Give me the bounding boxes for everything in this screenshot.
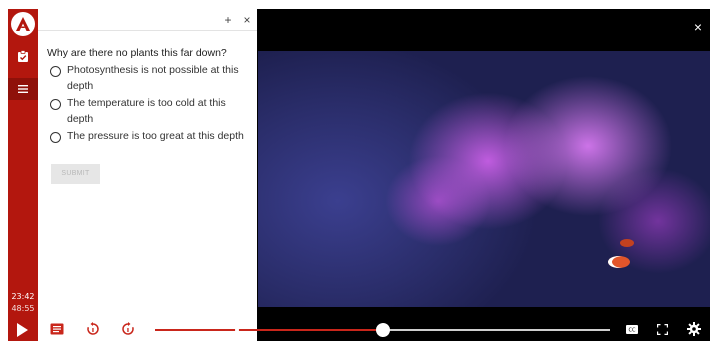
progress-track[interactable] [155,323,610,337]
video-frame[interactable] [258,51,710,307]
answer-option-1[interactable]: Photosynthesis is not possible at this d… [50,64,250,94]
rewind-icon[interactable] [85,321,101,337]
progress-fill [155,329,383,331]
clownfish [608,256,630,268]
menu-list-icon[interactable] [8,78,44,100]
control-bar: CC [8,317,710,341]
chapter-marker [234,328,239,332]
side-rail: 23:42 48:55 [8,9,44,341]
panel-header: + × [38,9,257,31]
svg-text:CC: CC [629,327,636,333]
elapsed-time: 23:42 [11,292,35,301]
submit-button[interactable]: SUBMIT [51,164,100,184]
close-panel-button[interactable]: × [239,12,255,28]
close-video-button[interactable]: × [694,19,702,35]
notes-icon[interactable] [49,321,65,337]
answer-option-3[interactable]: The pressure is too great at this depth [50,130,250,144]
question-panel: + × Why are there no plants this far dow… [38,9,257,317]
forward-icon[interactable] [120,321,136,337]
play-icon[interactable] [17,323,28,337]
settings-icon[interactable] [686,321,702,337]
answer-option-2[interactable]: The temperature is too cold at this dept… [50,97,250,127]
total-time: 48:55 [11,304,35,313]
radio-button[interactable] [50,99,61,110]
a-logo-icon[interactable] [11,12,35,36]
radio-button[interactable] [50,66,61,77]
add-button[interactable]: + [220,12,236,28]
answer-label: The temperature is too cold at this dept… [67,97,226,125]
quiz-check-icon[interactable] [8,45,38,67]
progress-thumb[interactable] [375,323,390,337]
clownfish-fin [620,239,634,247]
captions-icon[interactable]: CC [624,321,640,337]
answer-label: Photosynthesis is not possible at this d… [67,64,239,92]
player-window: 23:42 48:55 + × Why are there no plants … [8,9,710,341]
question-text: Why are there no plants this far down? [47,47,227,59]
radio-button[interactable] [50,132,61,143]
answer-label: The pressure is too great at this depth [67,130,244,142]
fullscreen-icon[interactable] [654,321,670,337]
